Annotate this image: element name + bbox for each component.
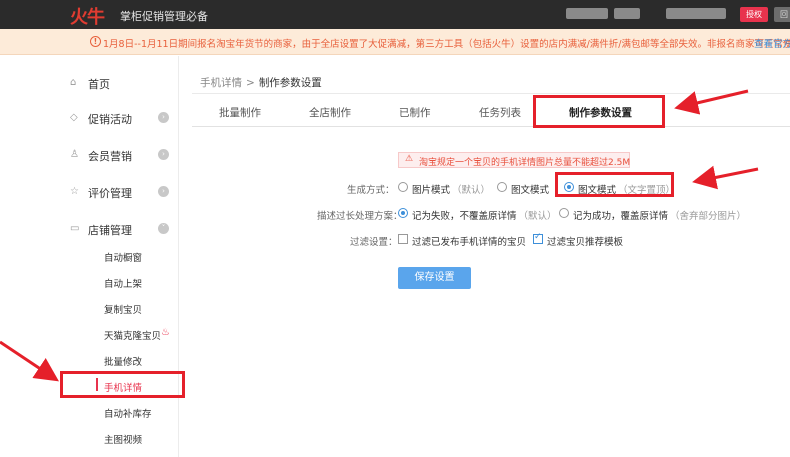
top-bar: 火牛 掌柜促销管理必备 授权 回 xyxy=(0,0,790,29)
chevron-right-icon[interactable]: › xyxy=(158,186,169,197)
sidebar-item-label: 评价管理 xyxy=(88,187,132,200)
option-mark-success: 记为成功，覆盖原详情 （舍弃部分图片） xyxy=(573,211,747,222)
sidebar-subitem-auto-listing[interactable]: 自动上架 xyxy=(104,276,142,290)
home-icon: ⌂ xyxy=(70,77,77,88)
breadcrumb-separator: > xyxy=(246,77,255,89)
annotation-box-sidebar xyxy=(60,371,185,398)
sidebar-item-home[interactable]: ⌂ 首页 xyxy=(70,74,175,94)
flame-icon: ♨ xyxy=(161,327,170,338)
tab-task-list[interactable]: 任务列表 xyxy=(479,105,521,120)
radio-image-text-mode[interactable] xyxy=(497,182,507,192)
overlong-label: 描述过长处理方案： xyxy=(317,211,403,222)
arrow-to-option xyxy=(692,165,759,190)
warning-icon: ⚠ xyxy=(405,154,414,164)
radio-mark-failed[interactable] xyxy=(398,208,408,218)
shop-icon: ▭ xyxy=(70,223,80,234)
option-mark-failed: 记为失败，不覆盖原详情 （默认） xyxy=(412,211,557,222)
sidebar-subitem-auto-showcase[interactable]: 自动橱窗 xyxy=(104,250,142,264)
checkbox-filter-published[interactable] xyxy=(398,234,408,244)
sidebar-item-promotions[interactable]: ◇ 促销活动 › xyxy=(70,109,175,129)
sidebar-subitem-main-video[interactable]: 主图视频 xyxy=(104,432,142,446)
sidebar-item-label: 会员营销 xyxy=(88,150,132,163)
sidebar-item-label: 促销活动 xyxy=(88,113,132,126)
app-logo[interactable]: 火牛 xyxy=(70,3,105,29)
checkbox-filter-template[interactable] xyxy=(533,232,543,244)
top-extra-button[interactable]: 回 xyxy=(774,7,790,22)
sidebar-subitem-tmall-clone[interactable]: 天猫克隆宝贝 xyxy=(104,328,161,342)
app-title: 掌柜促销管理必备 xyxy=(120,10,208,23)
chevron-right-icon[interactable]: › xyxy=(158,149,169,160)
chevron-right-icon[interactable]: › xyxy=(158,112,169,123)
annotation-box-tab xyxy=(533,95,665,128)
sidebar-subitem-copy-item[interactable]: 复制宝贝 xyxy=(104,302,142,316)
warning-text: 淘宝规定一个宝贝的手机详情图片总量不能超过2.5M xyxy=(419,158,631,168)
sidebar-item-shop[interactable]: ▭ 店铺管理 ˅ xyxy=(70,220,175,240)
filter-label: 过滤设置： xyxy=(350,237,398,248)
user-info-blurred-2 xyxy=(666,8,726,19)
breadcrumb: 手机详情 > 制作参数设置 xyxy=(200,75,322,90)
sidebar-item-reviews[interactable]: ☆ 评价管理 › xyxy=(70,183,175,203)
warning-banner: ⚠ 淘宝规定一个宝贝的手机详情图片总量不能超过2.5M xyxy=(398,152,630,168)
user-icon: ♙ xyxy=(70,149,79,160)
thumb-icon: ☆ xyxy=(70,186,79,197)
info-icon: ! xyxy=(90,36,101,47)
tab-whole-shop[interactable]: 全店制作 xyxy=(309,105,351,120)
notice-bar: ! 1月8日--1月11日期间报名淘宝年货节的商家，由于全店设置了大促满减，第三… xyxy=(0,29,790,55)
radio-image-mode[interactable] xyxy=(398,182,408,192)
user-info-blurred xyxy=(614,8,640,19)
auth-button[interactable]: 授权 xyxy=(740,7,768,22)
user-name-blurred xyxy=(566,8,608,19)
sidebar-subitem-auto-restock[interactable]: 自动补库存 xyxy=(104,406,152,420)
option-image-mode: 图片模式 （默认） xyxy=(412,185,491,196)
notice-link[interactable]: 查看官方 xyxy=(754,36,790,50)
divider xyxy=(192,93,790,94)
option-filter-published: 过滤已发布手机详情的宝贝 xyxy=(412,237,527,248)
gen-mode-label: 生成方式： xyxy=(347,185,395,196)
sidebar-subitem-batch-edit[interactable]: 批量修改 xyxy=(104,354,142,368)
option-filter-template: 过滤宝贝推荐模板 xyxy=(547,237,624,248)
sidebar-item-members[interactable]: ♙ 会员营销 › xyxy=(70,146,175,166)
tag-icon: ◇ xyxy=(70,112,78,123)
option-image-text-mode: 图文模式 xyxy=(511,185,550,196)
breadcrumb-home[interactable]: 手机详情 xyxy=(200,77,242,89)
sidebar-item-label: 店铺管理 xyxy=(88,224,132,237)
save-button[interactable]: 保存设置 xyxy=(398,267,471,289)
annotation-box-option xyxy=(555,172,674,197)
sidebar-item-label: 首页 xyxy=(88,78,110,91)
radio-mark-success[interactable] xyxy=(559,208,569,218)
tab-batch-make[interactable]: 批量制作 xyxy=(219,105,261,120)
tabs-divider xyxy=(192,126,790,127)
notice-text: 1月8日--1月11日期间报名淘宝年货节的商家，由于全店设置了大促满减，第三方工… xyxy=(103,39,790,50)
chevron-down-icon[interactable]: ˅ xyxy=(158,223,169,234)
breadcrumb-current: 制作参数设置 xyxy=(258,77,322,89)
tab-made[interactable]: 已制作 xyxy=(399,105,431,120)
